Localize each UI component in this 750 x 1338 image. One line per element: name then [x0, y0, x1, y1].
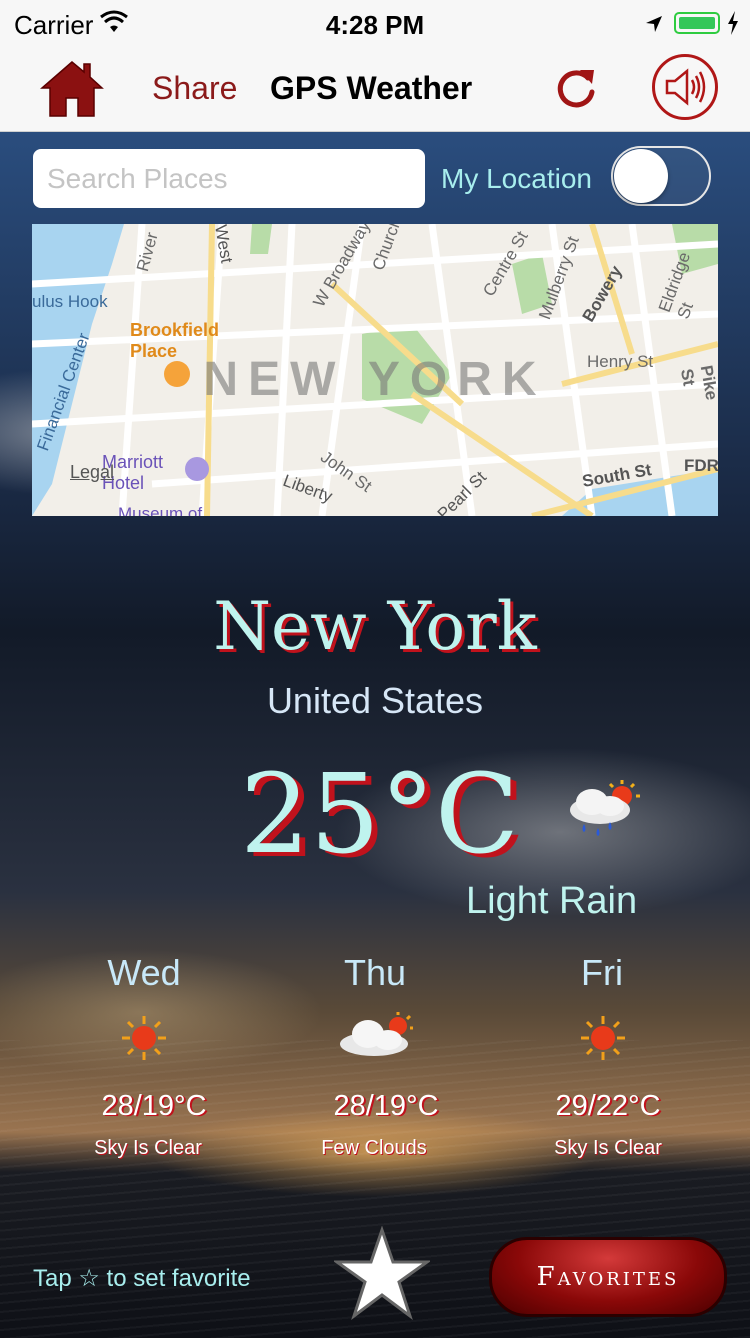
location-arrow-icon: [646, 16, 662, 32]
speaker-icon: [665, 68, 706, 106]
forecast-desc: Sky Is Clear: [554, 1137, 662, 1159]
sound-button[interactable]: [652, 54, 718, 120]
favorite-hint: Tap ☆ to set favorite: [33, 1265, 251, 1292]
map-label: Henry St: [587, 352, 654, 371]
favorites-button[interactable]: Favorites: [489, 1237, 727, 1317]
country-name: United States: [266, 680, 484, 721]
my-location-toggle[interactable]: [611, 146, 711, 206]
current-temperature: 25°C: [240, 750, 520, 878]
status-bar: Carrier 4:28 PM: [0, 0, 750, 48]
status-time: 4:28 PM: [325, 10, 425, 40]
refresh-icon[interactable]: [552, 64, 600, 112]
toggle-knob: [614, 149, 668, 203]
map-label: Pike St: [676, 363, 718, 402]
forecast-day: Thu: [343, 952, 407, 993]
cloud-sun-icon: [340, 1012, 413, 1056]
battery-icon: [674, 12, 720, 34]
current-condition: Light Rain: [466, 880, 638, 922]
forecast-temp: 28/19°C: [333, 1090, 439, 1122]
forecast-temp: 28/19°C: [101, 1090, 207, 1122]
home-icon[interactable]: [40, 58, 104, 118]
map-label: Museum of: [118, 504, 203, 516]
map-legal-link[interactable]: Legal: [70, 462, 114, 483]
map-label: Brookfield Place: [130, 320, 220, 361]
sun-icon: [581, 1016, 625, 1060]
map-view[interactable]: NEW YORK Brookfield Place Marriott Hotel…: [32, 224, 718, 516]
page-title: GPS Weather: [270, 70, 473, 106]
my-location-label: My Location: [441, 163, 592, 194]
forecast-day: Wed: [107, 952, 181, 993]
city-name: New York: [213, 588, 537, 665]
forecast-temp: 29/22°C: [555, 1090, 661, 1122]
forecast-desc: Few Clouds: [321, 1137, 427, 1159]
map-label: FDR: [684, 456, 718, 475]
rain-cloud-sun-icon: [570, 780, 640, 836]
nav-bar: Share GPS Weather: [0, 48, 750, 132]
favorite-star-icon[interactable]: [334, 1226, 430, 1320]
share-button[interactable]: Share: [152, 70, 237, 107]
map-label: ulus Hook: [32, 292, 108, 311]
forecast-desc: Sky Is Clear: [94, 1137, 202, 1159]
charging-bolt-icon: [728, 11, 738, 35]
forecast-day: Fri: [581, 952, 623, 993]
sun-icon: [122, 1016, 166, 1060]
search-input[interactable]: [33, 149, 425, 208]
